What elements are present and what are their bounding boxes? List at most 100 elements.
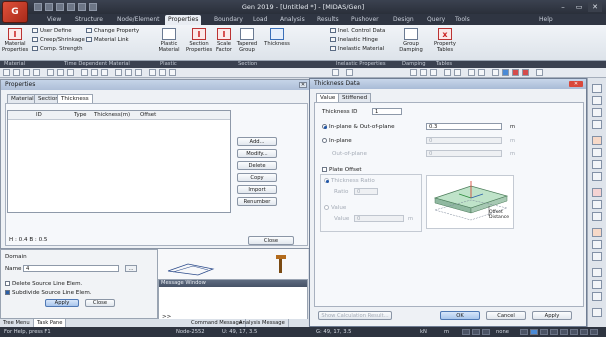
properties-close-icon[interactable]: ✕ [299,82,307,88]
close-button[interactable]: Close [248,236,294,245]
tapered-group-button[interactable]: Tapered Group [236,28,258,53]
open-file-icon[interactable] [45,3,53,11]
thickness-list[interactable]: ID Type Thickness(m) Offset [7,110,231,213]
inelastic-hinge-button[interactable]: Inelastic Hinge [330,37,378,44]
right-tool-13-icon[interactable] [592,240,602,249]
value-input[interactable]: 0 [354,215,404,222]
outplane-input[interactable]: 0 [426,150,502,157]
thickness-close-icon[interactable]: ✕ [569,81,583,87]
new-file-icon[interactable] [34,3,42,11]
tab-analysis-message[interactable]: Analysis Message [236,319,289,327]
status-tool-1-icon[interactable] [462,329,470,335]
inplane-radio[interactable]: In-plane [322,138,352,144]
apply-button[interactable]: Apply [45,299,79,307]
toolbar-select-icon[interactable] [3,69,10,76]
toolbar-blue-icon[interactable] [502,69,509,76]
toolbar-view-icon[interactable] [101,69,108,76]
status-tool-8-icon[interactable] [560,329,568,335]
toolbar-red2-icon[interactable] [522,69,529,76]
right-tool-18-icon[interactable] [592,308,602,317]
status-tool-9-icon[interactable] [570,329,578,335]
tab-boundary[interactable]: Boundary [211,15,246,25]
inplane-input[interactable]: 0 [426,137,502,144]
toolbar-move-icon[interactable] [454,69,461,76]
subdivide-source-checkbox[interactable]: Subdivide Source Line Elem. [5,290,92,296]
close-icon[interactable]: ✕ [588,2,602,12]
add-button[interactable]: Add... [237,137,277,146]
tab-properties[interactable]: Properties [165,15,202,25]
toolbar-element-icon[interactable] [67,69,74,76]
toolbar-activate-icon[interactable] [332,69,339,76]
tab-design[interactable]: Design [390,15,417,25]
tab-analysis[interactable]: Analysis [277,15,308,25]
right-tool-1-icon[interactable] [592,84,602,93]
toolbar-more-icon[interactable] [536,69,543,76]
tab-pushover[interactable]: Pushover [348,15,382,25]
show-calculation-button[interactable]: Show Calculation Result... [318,311,392,320]
toolbar-shade-icon[interactable] [149,69,156,76]
toolbar-red-icon[interactable] [512,69,519,76]
right-tool-12-icon[interactable] [592,228,602,237]
right-tool-14-icon[interactable] [592,252,602,261]
right-tool-8-icon[interactable] [592,172,602,181]
toolbar-display-icon[interactable] [169,69,176,76]
property-tables-button[interactable]: x Property Tables [430,28,460,53]
thickness-button[interactable]: Thickness [260,28,294,47]
name-browse-button[interactable]: ... [125,265,137,272]
right-tool-9-icon[interactable] [592,188,602,197]
scale-factor-button[interactable]: I Scale Factor [214,28,234,53]
user-define-button[interactable]: User Define [32,28,72,35]
status-length-unit[interactable]: m [444,328,449,336]
right-tool-6-icon[interactable] [592,148,602,157]
status-tool-6-icon[interactable] [540,329,548,335]
status-tool-10-icon[interactable] [580,329,588,335]
comp-strength-button[interactable]: Comp. Strength [32,46,82,53]
right-tool-17-icon[interactable] [592,292,602,301]
maximize-icon[interactable]: ▭ [572,2,586,12]
toolbar-hide-icon[interactable] [159,69,166,76]
tab-tools[interactable]: Tools [452,15,473,25]
import-button[interactable]: Import [237,185,277,194]
print-icon[interactable] [89,3,97,11]
toolbar-check-icon[interactable] [492,69,499,76]
tab-node-element[interactable]: Node/Element [114,15,163,25]
delete-source-checkbox[interactable]: Delete Source Line Elem. [5,281,82,287]
save-icon[interactable] [56,3,64,11]
material-properties-button[interactable]: I Material Properties [2,28,28,53]
status-tool-4-icon[interactable] [520,329,528,335]
status-tool-7-icon[interactable] [550,329,558,335]
toolbar-rotate-icon[interactable] [33,69,40,76]
tab-thickness[interactable]: Thickness [57,94,93,103]
help-menu[interactable]: Help [536,15,556,25]
toolbar-iso-icon[interactable] [115,69,122,76]
toolbar-grid-icon[interactable] [81,69,88,76]
toolbar-merge-icon[interactable] [478,69,485,76]
toolbar-node-icon[interactable] [57,69,64,76]
group-damping-button[interactable]: Group Damping [396,28,426,53]
toolbar-divide-icon[interactable] [468,69,475,76]
creep-shrinkage-button[interactable]: Creep/Shrinkage [32,37,85,44]
inelastic-material-button[interactable]: Inelastic Material [330,46,384,53]
tab-tree-menu[interactable]: Tree Menu [0,319,34,327]
inplane-outplane-input[interactable]: 0.3 [426,123,502,130]
apply-button[interactable]: Apply [532,311,572,320]
material-link-button[interactable]: Material Link [86,37,129,44]
tab-view[interactable]: View [44,15,64,25]
toolbar-pan-icon[interactable] [23,69,30,76]
right-tool-3-icon[interactable] [592,108,602,117]
toolbar-top-icon[interactable] [125,69,132,76]
thickness-ratio-radio[interactable]: Thickness Ratio [324,178,375,184]
toolbar-front-icon[interactable] [135,69,142,76]
status-force-unit[interactable]: kN [420,328,427,336]
toolbar-measure-icon[interactable] [346,69,353,76]
minimize-icon[interactable]: – [556,2,570,12]
renumber-button[interactable]: Renumber [237,197,277,206]
ok-button[interactable]: OK [440,311,480,320]
status-none[interactable]: none [496,328,509,336]
tab-stiffened[interactable]: Stiffened [338,93,372,102]
tab-value[interactable]: Value [316,93,340,102]
plastic-material-button[interactable]: Plastic Material [156,28,182,53]
toolbar-mesh-icon[interactable] [420,69,427,76]
redo-icon[interactable] [78,3,86,11]
app-logo[interactable]: G [2,1,28,23]
